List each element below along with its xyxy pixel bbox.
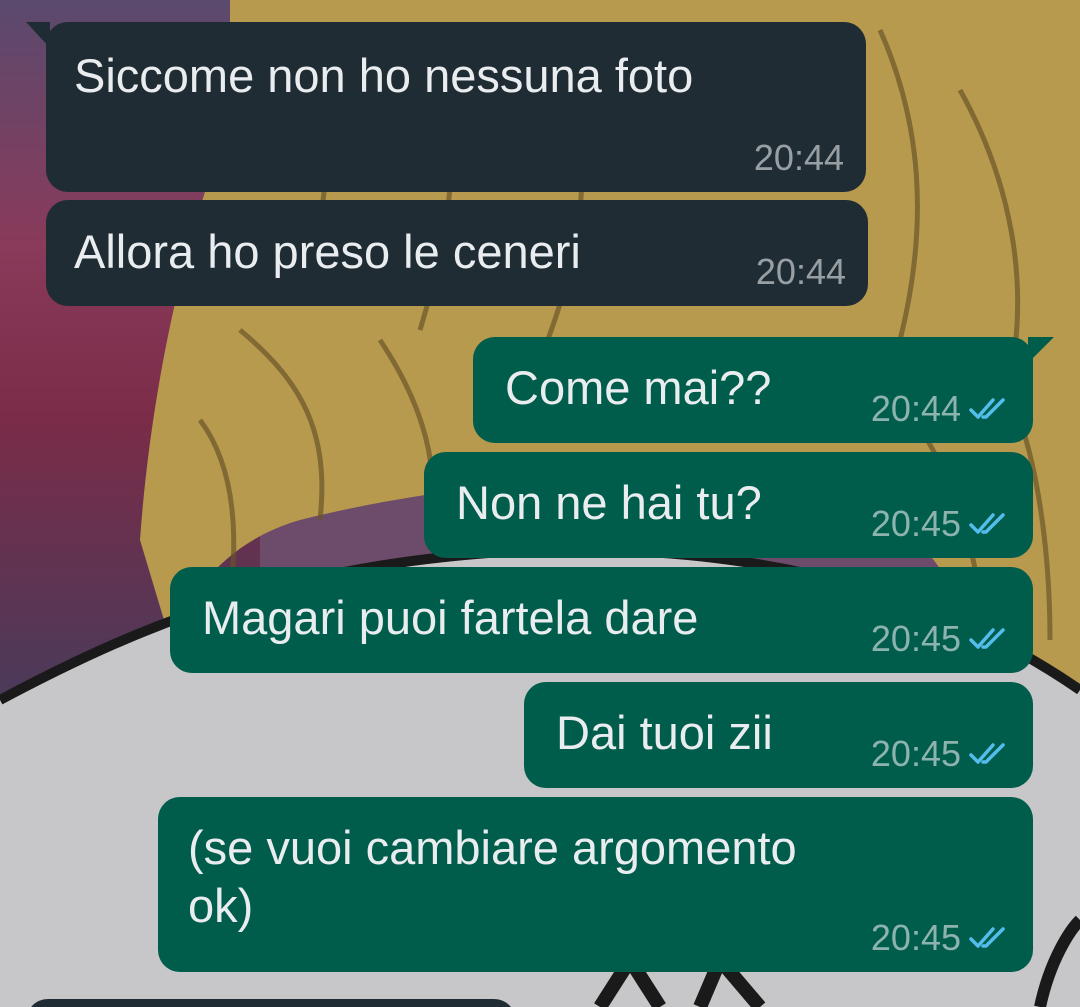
message-text: Dai tuoi zii	[556, 706, 773, 759]
message-time: 20:45	[870, 917, 961, 958]
message-text: Allora ho preso le ceneri	[74, 225, 581, 278]
message-bubble[interactable]: Dai tuoi zii 20:45	[524, 682, 1033, 788]
double-check-read-icon	[969, 628, 1005, 649]
message-meta: 20:45	[871, 734, 1009, 774]
message-time: 20:45	[870, 503, 961, 544]
message-bubble[interactable]: Come mai?? 20:44	[473, 337, 1033, 443]
message-time: 20:44	[755, 251, 846, 292]
message-bubble[interactable]: Siccome non ho nessuna foto 20:44	[46, 22, 866, 192]
message-text: Magari puoi fartela dare	[202, 591, 699, 644]
double-check-read-icon	[969, 513, 1005, 534]
message-meta: 20:44	[871, 389, 1009, 429]
message-text: Come mai??	[505, 361, 772, 414]
message-time: 20:45	[870, 618, 961, 659]
message-text: Non ne hai tu?	[456, 476, 762, 529]
message-meta: 20:45	[871, 619, 1009, 659]
message-text: Siccome non ho nessuna foto	[74, 49, 694, 102]
message-bubble-partial[interactable]	[26, 999, 516, 1007]
message-meta: 20:45	[871, 504, 1009, 544]
double-check-read-icon	[969, 743, 1005, 764]
message-time: 20:44	[870, 388, 961, 429]
message-time: 20:44	[753, 137, 844, 178]
message-bubble[interactable]: Magari puoi fartela dare 20:45	[170, 567, 1033, 673]
message-bubble[interactable]: (se vuoi cambiare argomento ok) 20:45	[158, 797, 1033, 972]
message-text: (se vuoi cambiare argomento ok)	[188, 821, 797, 932]
message-meta: 20:44	[756, 252, 846, 292]
double-check-read-icon	[969, 927, 1005, 948]
message-meta: 20:45	[871, 918, 1009, 958]
message-bubble[interactable]: Non ne hai tu? 20:45	[424, 452, 1033, 558]
message-time: 20:45	[870, 733, 961, 774]
double-check-read-icon	[969, 398, 1005, 419]
message-bubble[interactable]: Allora ho preso le ceneri 20:44	[46, 200, 868, 306]
message-meta: 20:44	[754, 138, 844, 178]
